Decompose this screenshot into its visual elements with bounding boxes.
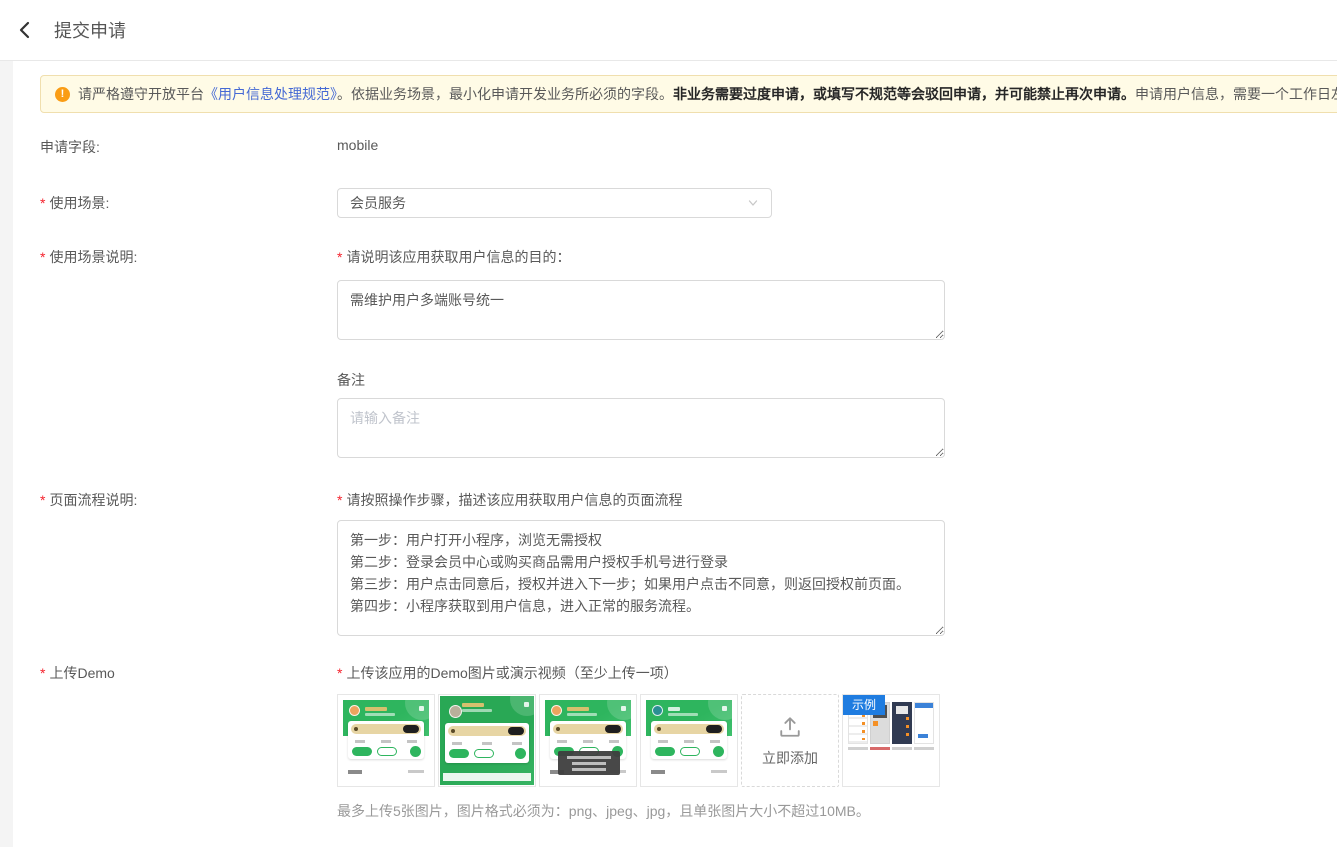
upload-add-button[interactable]: 立即添加 <box>741 694 839 787</box>
demo-image-preview <box>545 700 631 781</box>
row-scene: *使用场景: 会员服务 <box>40 188 1337 218</box>
row-flow: *页面流程说明: *请按照操作步骤，描述该应用获取用户信息的页面流程 第一步：用… <box>40 490 1337 636</box>
scene-label: 使用场景: <box>49 195 109 211</box>
upload-sublabel: 上传该应用的Demo图片或演示视频（至少上传一项） <box>346 665 677 681</box>
scene-desc-sublabel: 请说明该应用获取用户信息的目的： <box>346 249 570 265</box>
demo-image-preview <box>646 700 732 781</box>
required-asterisk: * <box>337 492 342 508</box>
alert-text: 请严格遵守开放平台《用户信息处理规范》。依据业务场景，最小化申请开发业务所必须的… <box>78 84 1337 104</box>
example-badge: 示例 <box>843 695 885 715</box>
apply-field-label: 申请字段: <box>40 137 337 157</box>
required-asterisk: * <box>40 195 45 211</box>
page-title: 提交申请 <box>54 17 126 43</box>
back-button[interactable] <box>8 13 42 47</box>
flow-sublabel: 请按照操作步骤，描述该应用获取用户信息的页面流程 <box>346 492 682 508</box>
warning-circle-icon: ! <box>55 87 70 102</box>
upload-hint: 最多上传5张图片，图片格式必须为：png、jpeg、jpg，且单张图片大小不超过… <box>337 801 940 821</box>
demo-image-preview <box>343 700 429 781</box>
required-asterisk: * <box>40 492 45 508</box>
required-asterisk: * <box>40 665 45 681</box>
left-gutter <box>0 61 13 847</box>
chevron-down-icon <box>747 197 759 209</box>
demo-image-thumb-3[interactable] <box>539 694 637 787</box>
flow-textarea[interactable]: 第一步：用户打开小程序，浏览无需授权 第二步：登录会员中心或购买商品需用户授权手… <box>337 520 945 636</box>
row-scene-desc: *使用场景说明: *请说明该应用获取用户信息的目的： 需维护用户多端账号统一 备… <box>40 247 1337 458</box>
user-info-rules-link[interactable]: 《用户信息处理规范》 <box>204 86 337 102</box>
example-thumb[interactable]: 示例 <box>842 694 940 787</box>
scene-desc-textarea[interactable]: 需维护用户多端账号统一 <box>337 280 945 340</box>
upload-add-label: 立即添加 <box>762 748 818 768</box>
required-asterisk: * <box>337 249 342 265</box>
warning-alert: ! 请严格遵守开放平台《用户信息处理规范》。依据业务场景，最小化申请开发业务所必… <box>40 75 1337 113</box>
upload-icon <box>776 713 804 741</box>
upload-thumbnails: 立即添加 示例 <box>337 694 940 787</box>
required-asterisk: * <box>40 249 45 265</box>
apply-field-value: mobile <box>337 137 378 153</box>
flow-label: 页面流程说明: <box>49 492 137 508</box>
upload-label: 上传Demo <box>49 665 114 681</box>
demo-image-preview <box>440 696 534 785</box>
demo-image-thumb-2[interactable] <box>438 694 536 787</box>
row-apply-field: 申请字段: mobile <box>40 137 1337 157</box>
scene-desc-label: 使用场景说明: <box>49 249 137 265</box>
remark-label: 备注 <box>337 370 945 390</box>
scene-select[interactable]: 会员服务 <box>337 188 772 218</box>
remark-textarea[interactable] <box>337 398 945 458</box>
chevron-left-icon <box>15 20 35 40</box>
top-bar: 提交申请 <box>0 0 1337 61</box>
demo-image-thumb-4[interactable] <box>640 694 738 787</box>
form-panel: ! 请严格遵守开放平台《用户信息处理规范》。依据业务场景，最小化申请开发业务所必… <box>13 61 1337 847</box>
row-upload: *上传Demo *上传该应用的Demo图片或演示视频（至少上传一项） <box>40 663 1337 821</box>
demo-image-thumb-1[interactable] <box>337 694 435 787</box>
required-asterisk: * <box>337 665 342 681</box>
scene-select-value: 会员服务 <box>350 193 406 213</box>
